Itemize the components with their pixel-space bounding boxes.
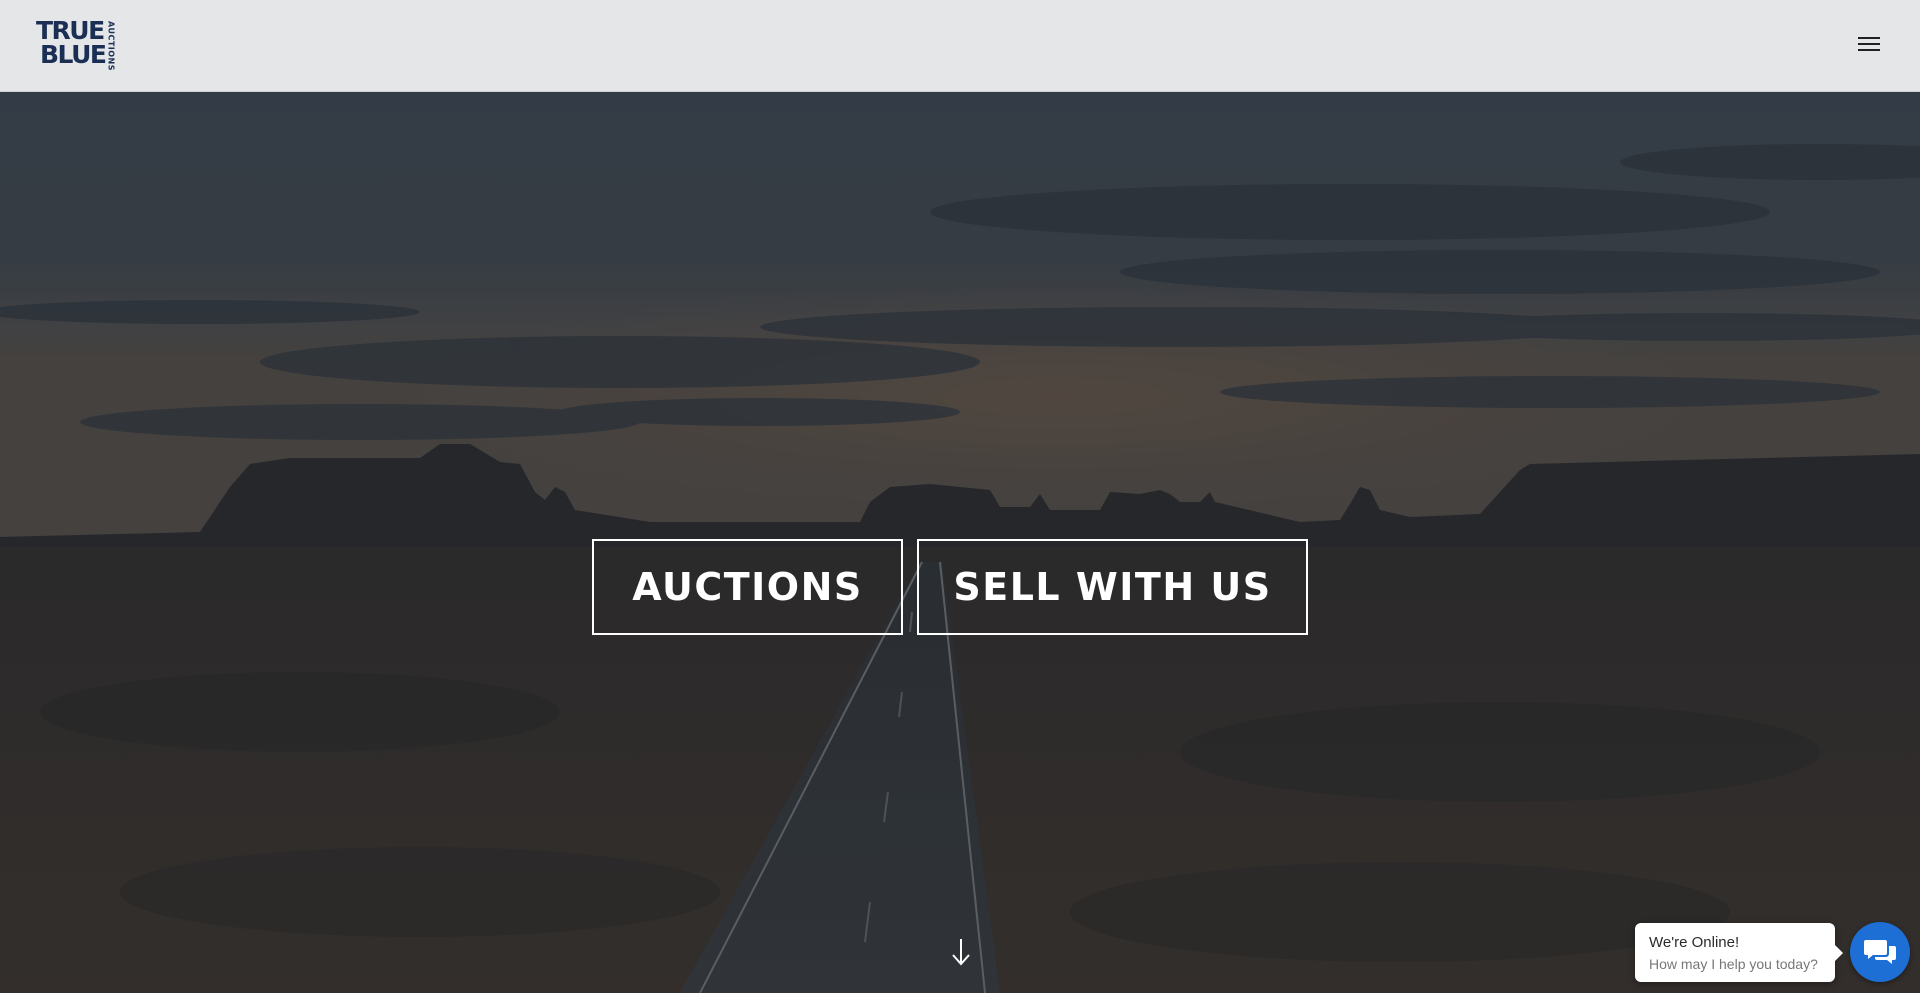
hero-section: AUCTIONS SELL WITH US bbox=[0, 92, 1920, 993]
hero-buttons: AUCTIONS SELL WITH US bbox=[0, 539, 1920, 635]
menu-bar bbox=[1858, 43, 1880, 45]
chat-launcher-button[interactable] bbox=[1850, 922, 1910, 982]
page: TRUE BLUE AUCTIONS AUCTIONS SELL WITH US… bbox=[0, 0, 1920, 993]
hamburger-menu-icon[interactable] bbox=[1858, 35, 1882, 53]
menu-bar bbox=[1858, 49, 1880, 51]
sell-with-us-button[interactable]: SELL WITH US bbox=[917, 539, 1308, 635]
logo-word-blue: BLUE bbox=[40, 40, 107, 69]
site-header: TRUE BLUE AUCTIONS bbox=[0, 0, 1920, 92]
true-blue-auctions-logo[interactable]: TRUE BLUE AUCTIONS bbox=[36, 18, 126, 72]
arrow-down-icon[interactable] bbox=[950, 937, 972, 967]
chat-subtitle: How may I help you today? bbox=[1649, 956, 1818, 972]
menu-bar bbox=[1858, 37, 1880, 39]
chat-greeting-bubble[interactable]: We're Online! How may I help you today? bbox=[1635, 923, 1843, 982]
auctions-button[interactable]: AUCTIONS bbox=[592, 539, 903, 635]
logo-side-text: AUCTIONS bbox=[106, 21, 116, 72]
chat-title: We're Online! bbox=[1649, 934, 1740, 951]
chat-bubbles-icon bbox=[1864, 940, 1896, 964]
logo-wordmark: TRUE BLUE bbox=[36, 18, 107, 69]
